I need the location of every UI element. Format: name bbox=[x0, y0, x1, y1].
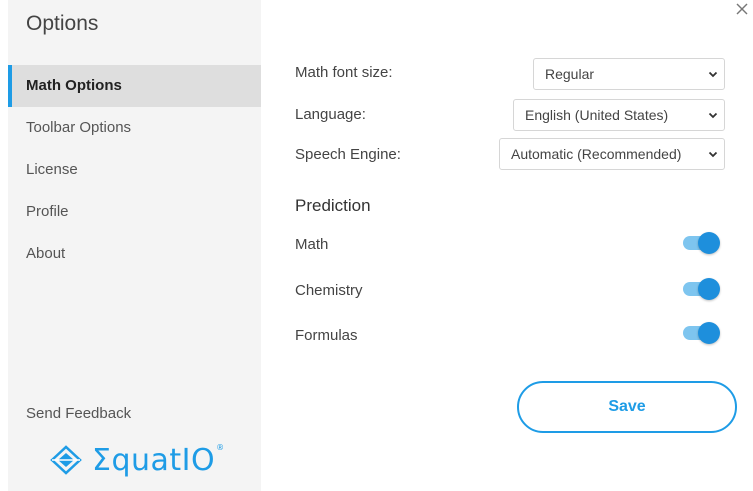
toggle-knob bbox=[698, 278, 720, 300]
chevron-down-icon bbox=[702, 148, 724, 160]
equatio-logo: ΣquatIO® bbox=[48, 440, 225, 480]
chevron-down-icon bbox=[702, 109, 724, 121]
equatio-diamond-icon bbox=[50, 445, 82, 475]
language-value: English (United States) bbox=[525, 107, 669, 123]
math-font-size-value: Regular bbox=[545, 66, 595, 82]
sidebar-item-profile[interactable]: Profile bbox=[8, 191, 261, 233]
sidebar-item-license[interactable]: License bbox=[8, 149, 261, 191]
math-prediction-label: Math bbox=[295, 236, 329, 253]
sidebar-title: Options bbox=[26, 12, 99, 35]
chemistry-prediction-toggle[interactable] bbox=[682, 277, 720, 301]
toggle-knob bbox=[698, 322, 720, 344]
sidebar-item-about[interactable]: About bbox=[8, 233, 261, 275]
formulas-prediction-toggle[interactable] bbox=[682, 321, 720, 345]
speech-engine-label: Speech Engine: bbox=[295, 146, 401, 163]
language-select[interactable]: English (United States) bbox=[513, 99, 725, 131]
sidebar-nav: Math Options Toolbar Options License Pro… bbox=[8, 65, 261, 275]
close-icon[interactable] bbox=[735, 2, 749, 16]
speech-engine-value: Automatic (Recommended) bbox=[511, 146, 682, 162]
chevron-down-icon bbox=[702, 68, 724, 80]
chemistry-prediction-label: Chemistry bbox=[295, 282, 363, 299]
math-font-size-label: Math font size: bbox=[295, 64, 393, 81]
registered-mark: ® bbox=[216, 442, 225, 452]
save-button[interactable]: Save bbox=[517, 381, 737, 433]
math-font-size-select[interactable]: Regular bbox=[533, 58, 725, 90]
send-feedback-link[interactable]: Send Feedback bbox=[26, 405, 131, 422]
sidebar: Options Math Options Toolbar Options Lic… bbox=[8, 0, 261, 491]
sidebar-item-math-options[interactable]: Math Options bbox=[8, 65, 261, 107]
speech-engine-select[interactable]: Automatic (Recommended) bbox=[499, 138, 725, 170]
prediction-heading: Prediction bbox=[295, 196, 371, 215]
formulas-prediction-label: Formulas bbox=[295, 327, 358, 344]
language-label: Language: bbox=[295, 106, 366, 123]
math-prediction-toggle[interactable] bbox=[682, 231, 720, 255]
sidebar-item-toolbar-options[interactable]: Toolbar Options bbox=[8, 107, 261, 149]
logo-wordmark: ΣquatIO® bbox=[92, 442, 225, 478]
toggle-knob bbox=[698, 232, 720, 254]
